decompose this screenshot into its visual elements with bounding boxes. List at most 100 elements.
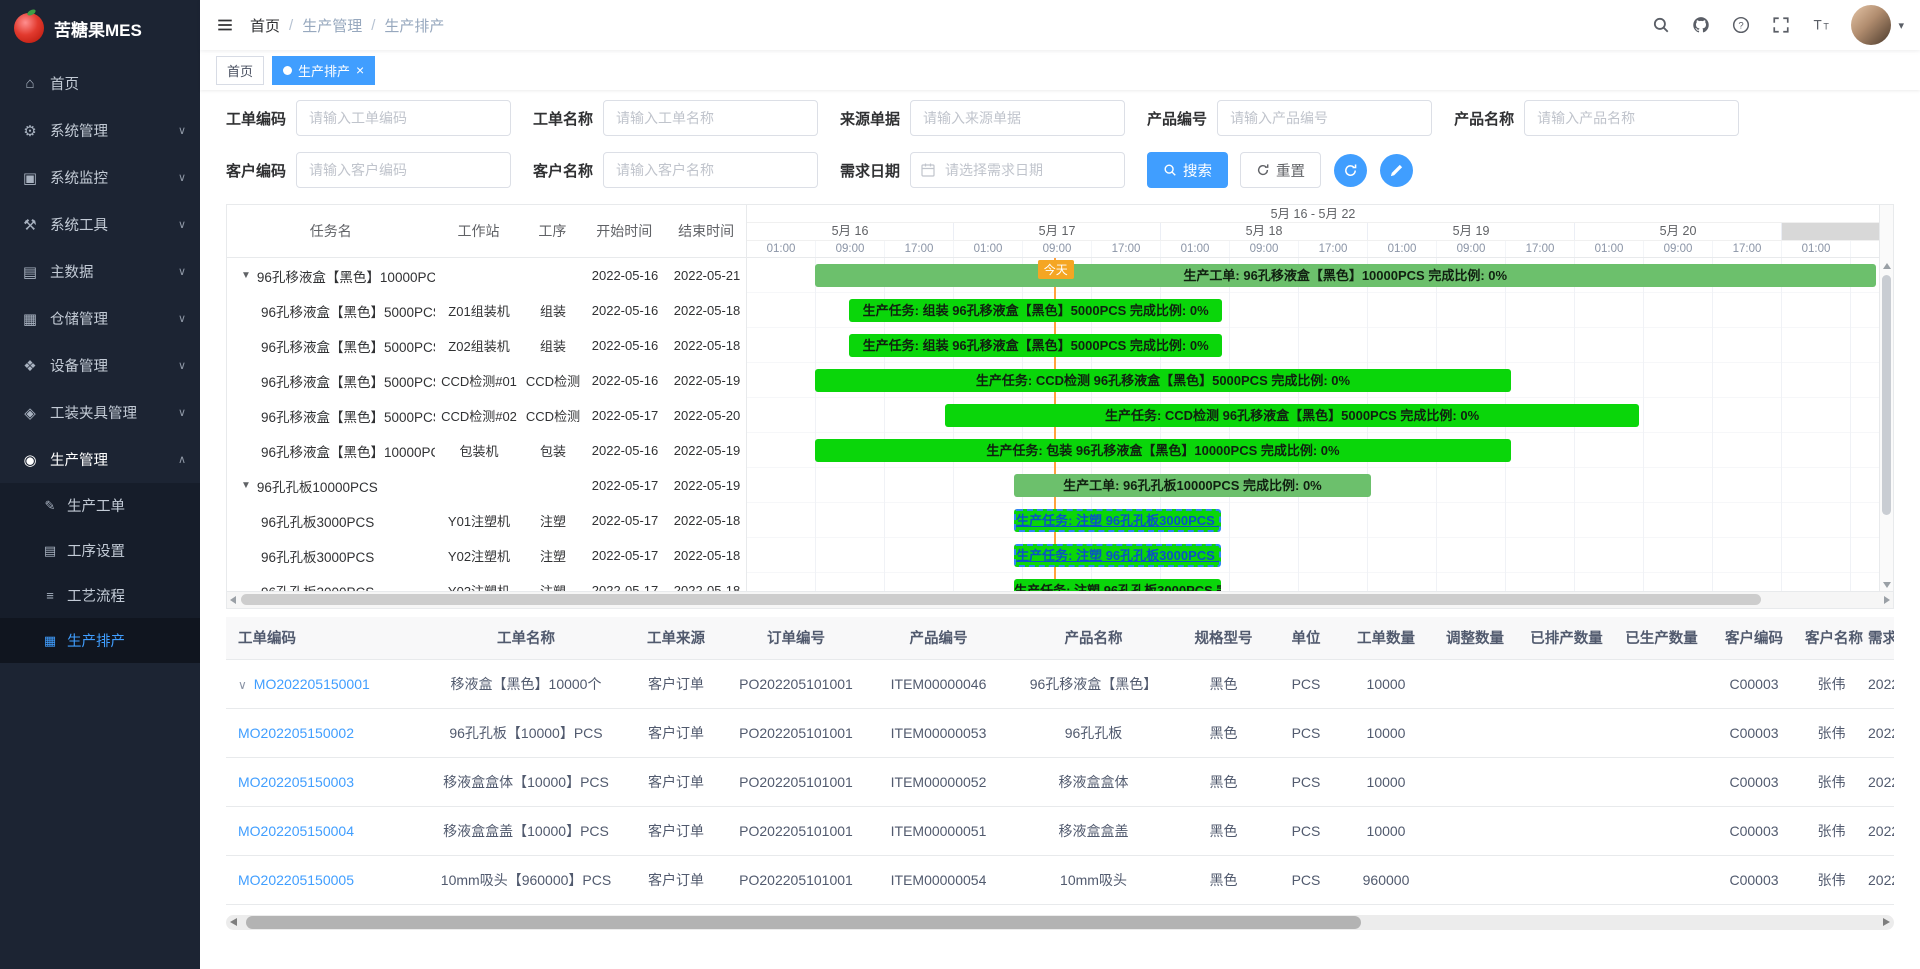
caret-down-icon: ▾ — [1898, 19, 1904, 32]
cell-produced — [1614, 708, 1709, 757]
gantt-horizontal-scrollbar[interactable] — [226, 592, 1894, 609]
gantt-task-row[interactable]: 96孔移液盒【黑色】5000PCSZ01组装机组装2022-05-162022-… — [227, 293, 746, 328]
filter-input-1[interactable] — [603, 100, 818, 136]
sidebar-item-2[interactable]: ▣系统监控∨ — [0, 154, 200, 201]
expand-triangle-icon[interactable]: ▼ — [241, 480, 251, 491]
filter-input-4[interactable] — [1524, 100, 1739, 136]
gantt-task-bar[interactable]: 生产任务: CCD检测 96孔移液盒【黑色】5000PCS 完成比例: 0% — [945, 404, 1639, 427]
task-name-cell: ▼96孔孔板10000PCS — [227, 476, 435, 496]
sidebar-subitem-3[interactable]: ▦生产排产 — [0, 618, 200, 663]
order-table-row[interactable]: MO20220515000510mm吸头【960000】PCS客户订单PO202… — [226, 855, 1894, 904]
sidebar-item-1[interactable]: ⚙系统管理∨ — [0, 107, 200, 154]
scroll-down-icon[interactable] — [1883, 582, 1891, 588]
sidebar-subitem-1[interactable]: ▤工序设置 — [0, 528, 200, 573]
expand-triangle-icon[interactable]: ▼ — [241, 270, 251, 281]
gantt-task-bar[interactable]: 生产任务: 包装 96孔移液盒【黑色】10000PCS 完成比例: 0% — [815, 439, 1511, 462]
gantt-task-row[interactable]: 96孔移液盒【黑色】5000PCSCCD检测#01CCD检测2022-05-16… — [227, 363, 746, 398]
scrollbar-thumb[interactable] — [1882, 275, 1891, 515]
sidebar-subitem-0[interactable]: ✎生产工单 — [0, 483, 200, 528]
sidebar-item-5[interactable]: ▦仓储管理∨ — [0, 295, 200, 342]
scroll-up-icon[interactable] — [1883, 263, 1891, 269]
font-size-button[interactable]: TT — [1801, 0, 1841, 50]
sidebar-item-0[interactable]: ⌂首页 — [0, 60, 200, 107]
filter-input-3[interactable] — [1217, 100, 1432, 136]
gantt-task-bar[interactable]: 生产任务: 组装 96孔移液盒【黑色】5000PCS 完成比例: 0% — [849, 299, 1223, 322]
sidebar-toggle-button[interactable] — [200, 0, 250, 50]
work-order-link[interactable]: MO202205150004 — [238, 823, 354, 839]
start-date-cell: 2022-05-16 — [583, 303, 667, 318]
work-order-link[interactable]: MO202205150001 — [254, 676, 370, 692]
table-horizontal-scrollbar[interactable] — [226, 915, 1894, 930]
sidebar-item-6[interactable]: ❖设备管理∨ — [0, 342, 200, 389]
filter-label: 产品名称 — [1454, 108, 1514, 129]
search-button[interactable] — [1641, 0, 1681, 50]
scroll-right-icon[interactable] — [1883, 918, 1890, 926]
gantt-task-bar[interactable]: 生产任务: 注塑 96孔孔板3000PCS 完成比例: 0% — [1014, 579, 1221, 591]
svg-text:?: ? — [1739, 20, 1744, 31]
gantt-task-bar[interactable]: 生产任务: 组装 96孔移液盒【黑色】5000PCS 完成比例: 0% — [849, 334, 1223, 357]
work-order-link[interactable]: MO202205150005 — [238, 872, 354, 888]
tab-active[interactable]: 生产排产× — [272, 56, 375, 85]
scroll-left-icon[interactable] — [230, 918, 237, 926]
reset-button[interactable]: 重置 — [1240, 152, 1321, 188]
gantt-task-row[interactable]: 96孔移液盒【黑色】10000PCS包装机包装2022-05-162022-05… — [227, 433, 746, 468]
sidebar: 苦糖果MES ⌂首页⚙系统管理∨▣系统监控∨⚒系统工具∨▤主数据∨▦仓储管理∨❖… — [0, 0, 200, 969]
filter-input-5[interactable] — [296, 152, 511, 188]
button-label: 搜索 — [1183, 160, 1212, 181]
orders-column-header: 已生产数量 — [1614, 617, 1709, 659]
filter-input-7[interactable] — [910, 152, 1125, 188]
order-table-row[interactable]: MO20220515000296孔孔板【10000】PCS客户订单PO20220… — [226, 708, 1894, 757]
breadcrumb-item[interactable]: 生产管理 — [302, 15, 362, 36]
fullscreen-button[interactable] — [1761, 0, 1801, 50]
gantt-task-row[interactable]: 96孔移液盒【黑色】5000PCSCCD检测#02CCD检测2022-05-17… — [227, 398, 746, 433]
question-button[interactable]: ? — [1721, 0, 1761, 50]
gantt-task-bar[interactable]: 生产任务: 注塑 96孔孔板3000PCS 完成比例: 0% — [1014, 509, 1221, 532]
scrollbar-thumb[interactable] — [246, 916, 1361, 929]
gantt-task-row[interactable]: 96孔孔板3000PCSY02注塑机注塑2022-05-172022-05-18 — [227, 538, 746, 573]
scrollbar-thumb[interactable] — [241, 594, 1761, 605]
gantt-task-row[interactable]: 96孔孔板3000PCSY03注塑机注塑2022-05-172022-05-18 — [227, 573, 746, 591]
user-menu[interactable]: ▾ — [1841, 5, 1910, 45]
order-table-row[interactable]: MO202205150003移液盒盒体【10000】PCS客户订单PO20220… — [226, 757, 1894, 806]
order-table-row[interactable]: ∨MO202205150001移液盒【黑色】10000个客户订单PO202205… — [226, 659, 1894, 708]
work-order-link[interactable]: MO202205150002 — [238, 725, 354, 741]
gantt-task-row[interactable]: ▼96孔孔板10000PCS2022-05-172022-05-19 — [227, 468, 746, 503]
edit-button[interactable] — [1380, 154, 1413, 187]
app-logo[interactable]: 苦糖果MES — [0, 0, 200, 56]
github-button[interactable] — [1681, 0, 1721, 50]
sidebar-item-7[interactable]: ◈工装夹具管理∨ — [0, 389, 200, 436]
font-size-icon: TT — [1812, 16, 1830, 34]
sidebar-item-4[interactable]: ▤主数据∨ — [0, 248, 200, 295]
page-content: 工单编码工单名称来源单据产品编号产品名称 客户编码客户名称需求日期搜索重置 任务… — [200, 90, 1920, 969]
gantt-task-bar[interactable]: 生产任务: 注塑 96孔孔板3000PCS 完成比例: 0% — [1014, 544, 1221, 567]
scroll-right-icon[interactable] — [1884, 596, 1890, 604]
search-button[interactable]: 搜索 — [1147, 152, 1228, 188]
row-expand-icon[interactable]: ∨ — [238, 678, 247, 692]
sidebar-subitem-2[interactable]: ≡工艺流程 — [0, 573, 200, 618]
gantt-order-bar[interactable]: 生产工单: 96孔孔板10000PCS 完成比例: 0% — [1014, 474, 1371, 497]
start-date-cell: 2022-05-16 — [583, 268, 667, 283]
sidebar-item-3[interactable]: ⚒系统工具∨ — [0, 201, 200, 248]
gantt-task-row[interactable]: ▼96孔移液盒【黑色】10000PCS2022-05-162022-05-21 — [227, 258, 746, 293]
tab-0[interactable]: 首页 — [216, 56, 264, 85]
gantt-order-bar[interactable]: 生产工单: 96孔移液盒【黑色】10000PCS 完成比例: 0% — [815, 264, 1876, 287]
sidebar-item-8[interactable]: ◉生产管理∧ — [0, 436, 200, 483]
filter-input-6[interactable] — [603, 152, 818, 188]
scroll-left-icon[interactable] — [230, 596, 236, 604]
gantt-task-row[interactable]: 96孔移液盒【黑色】5000PCSZ02组装机组装2022-05-162022-… — [227, 328, 746, 363]
breadcrumb-separator: / — [289, 17, 293, 34]
workstation-cell: Y02注塑机 — [435, 546, 523, 565]
work-order-link[interactable]: MO202205150003 — [238, 774, 354, 790]
order-table-row[interactable]: MO202205150004移液盒盒盖【10000】PCS客户订单PO20220… — [226, 806, 1894, 855]
breadcrumb-item[interactable]: 生产排产 — [384, 15, 444, 36]
filter-input-0[interactable] — [296, 100, 511, 136]
timeline-day: 5月 16 — [747, 223, 954, 240]
gantt-vertical-scrollbar[interactable] — [1879, 205, 1893, 591]
gantt-task-row[interactable]: 96孔孔板3000PCSY01注塑机注塑2022-05-172022-05-18 — [227, 503, 746, 538]
refresh-gantt-button[interactable] — [1334, 154, 1367, 187]
breadcrumb-item[interactable]: 首页 — [250, 15, 280, 36]
filter-input-2[interactable] — [910, 100, 1125, 136]
close-icon[interactable]: × — [356, 63, 364, 77]
cell-demand: 2022-05-20 — [1864, 855, 1894, 904]
gantt-task-bar[interactable]: 生产任务: CCD检测 96孔移液盒【黑色】5000PCS 完成比例: 0% — [815, 369, 1511, 392]
